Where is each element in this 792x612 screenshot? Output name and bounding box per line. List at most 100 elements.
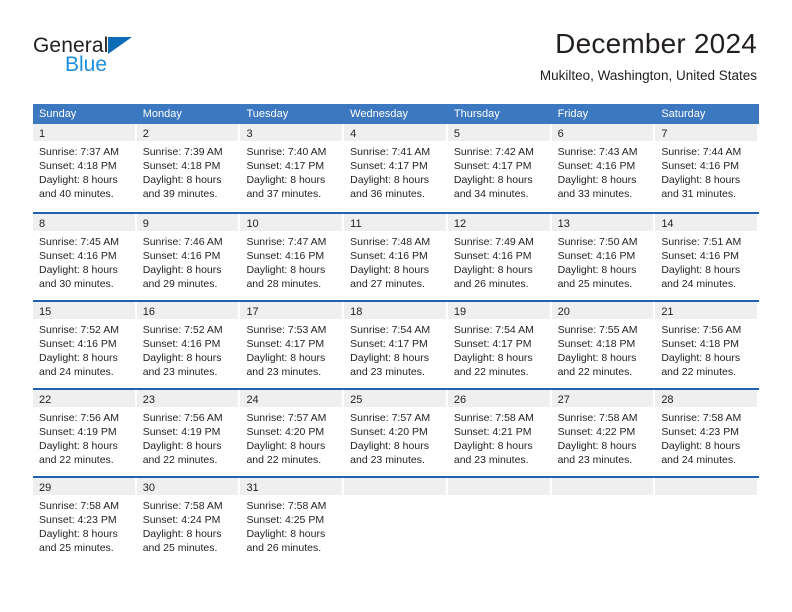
weekday-header-thursday: Thursday (453, 108, 500, 120)
daylight-text-line2: and 22 minutes. (557, 366, 633, 378)
day-number: 13 (557, 218, 570, 230)
daylight-text-line2: and 22 minutes. (246, 454, 322, 466)
day-number-band: 27 (551, 390, 654, 407)
day-info: Sunrise: 7:48 AM Sunset: 4:16 PM Dayligh… (344, 231, 446, 291)
day-number: 7 (661, 128, 668, 140)
daylight-text-line2: and 23 minutes. (350, 366, 425, 378)
sunrise-text: Sunrise: 7:58 AM (661, 412, 742, 424)
sunset-text: Sunset: 4:16 PM (142, 338, 221, 350)
day-number-band (344, 478, 446, 495)
day-cell[interactable]: 9 Sunrise: 7:46 AM Sunset: 4:16 PM Dayli… (136, 214, 241, 300)
daylight-text-line1: Daylight: 8 hours (246, 264, 326, 276)
day-number-band: 23 (136, 390, 239, 407)
day-number-band: 14 (655, 214, 758, 231)
day-info: Sunrise: 7:55 AM Sunset: 4:18 PM Dayligh… (552, 319, 654, 379)
day-cell[interactable]: 21 Sunrise: 7:56 AM Sunset: 4:18 PM Dayl… (655, 302, 759, 388)
page-subtitle: Mukilteo, Washington, United States (539, 68, 757, 83)
day-cell[interactable]: 5 Sunrise: 7:42 AM Sunset: 4:17 PM Dayli… (447, 124, 552, 212)
day-cell[interactable]: 3 Sunrise: 7:40 AM Sunset: 4:17 PM Dayli… (240, 124, 344, 212)
sunset-text: Sunset: 4:16 PM (39, 250, 117, 262)
daylight-text-line1: Daylight: 8 hours (246, 440, 326, 452)
day-cell[interactable]: 27 Sunrise: 7:58 AM Sunset: 4:22 PM Dayl… (551, 390, 656, 476)
logo-triangle-icon (108, 37, 133, 54)
day-number: 31 (246, 482, 259, 494)
day-cell[interactable]: 11 Sunrise: 7:48 AM Sunset: 4:16 PM Dayl… (344, 214, 448, 300)
day-info: Sunrise: 7:43 AM Sunset: 4:16 PM Dayligh… (552, 141, 654, 201)
day-cell[interactable]: 2 Sunrise: 7:39 AM Sunset: 4:18 PM Dayli… (136, 124, 241, 212)
sunset-text: Sunset: 4:17 PM (246, 338, 325, 350)
sunset-text: Sunset: 4:16 PM (557, 160, 636, 172)
day-cell[interactable]: 8 Sunrise: 7:45 AM Sunset: 4:16 PM Dayli… (33, 214, 137, 300)
day-cell[interactable]: 13 Sunrise: 7:50 AM Sunset: 4:16 PM Dayl… (551, 214, 656, 300)
day-cell[interactable]: 10 Sunrise: 7:47 AM Sunset: 4:16 PM Dayl… (240, 214, 344, 300)
daylight-text-line1: Daylight: 8 hours (661, 440, 741, 452)
day-info: Sunrise: 7:53 AM Sunset: 4:17 PM Dayligh… (240, 319, 342, 379)
day-info: Sunrise: 7:37 AM Sunset: 4:18 PM Dayligh… (33, 141, 135, 201)
day-cell[interactable]: 15 Sunrise: 7:52 AM Sunset: 4:16 PM Dayl… (33, 302, 137, 388)
day-info: Sunrise: 7:54 AM Sunset: 4:17 PM Dayligh… (344, 319, 446, 379)
daylight-text-line1: Daylight: 8 hours (39, 440, 118, 452)
sunset-text: Sunset: 4:18 PM (661, 338, 739, 350)
day-cell[interactable]: 29 Sunrise: 7:58 AM Sunset: 4:23 PM Dayl… (33, 478, 137, 564)
page-title: December 2024 (555, 28, 757, 59)
day-cell[interactable]: 26 Sunrise: 7:58 AM Sunset: 4:21 PM Dayl… (447, 390, 552, 476)
day-cell[interactable]: 4 Sunrise: 7:41 AM Sunset: 4:17 PM Dayli… (344, 124, 448, 212)
day-cell[interactable]: 7 Sunrise: 7:44 AM Sunset: 4:16 PM Dayli… (655, 124, 759, 212)
sunset-text: Sunset: 4:16 PM (661, 250, 739, 262)
day-info: Sunrise: 7:56 AM Sunset: 4:18 PM Dayligh… (655, 319, 757, 379)
daylight-text-line2: and 23 minutes. (557, 454, 633, 466)
day-cell[interactable]: 22 Sunrise: 7:56 AM Sunset: 4:19 PM Dayl… (33, 390, 137, 476)
day-number-band: 5 (447, 124, 550, 141)
daylight-text-line2: and 31 minutes. (661, 188, 737, 200)
daylight-text-line2: and 36 minutes. (350, 188, 425, 200)
day-info: Sunrise: 7:54 AM Sunset: 4:17 PM Dayligh… (448, 319, 550, 379)
sunset-text: Sunset: 4:21 PM (453, 426, 532, 438)
day-cell[interactable]: 28 Sunrise: 7:58 AM Sunset: 4:23 PM Dayl… (655, 390, 759, 476)
day-info: Sunrise: 7:58 AM Sunset: 4:23 PM Dayligh… (33, 495, 135, 555)
day-number: 10 (246, 218, 259, 230)
daylight-text-line2: and 25 minutes. (142, 542, 218, 554)
day-info: Sunrise: 7:58 AM Sunset: 4:22 PM Dayligh… (552, 407, 654, 467)
day-cell[interactable]: 12 Sunrise: 7:49 AM Sunset: 4:16 PM Dayl… (447, 214, 552, 300)
day-cell[interactable]: 6 Sunrise: 7:43 AM Sunset: 4:16 PM Dayli… (551, 124, 656, 212)
day-number-band: 4 (344, 124, 446, 141)
sunset-text: Sunset: 4:16 PM (557, 250, 636, 262)
day-cell[interactable]: 25 Sunrise: 7:57 AM Sunset: 4:20 PM Dayl… (344, 390, 448, 476)
day-info: Sunrise: 7:45 AM Sunset: 4:16 PM Dayligh… (33, 231, 135, 291)
day-cell[interactable]: 19 Sunrise: 7:54 AM Sunset: 4:17 PM Dayl… (447, 302, 552, 388)
day-info: Sunrise: 7:50 AM Sunset: 4:16 PM Dayligh… (552, 231, 654, 291)
day-cell[interactable]: 20 Sunrise: 7:55 AM Sunset: 4:18 PM Dayl… (551, 302, 656, 388)
sunrise-text: Sunrise: 7:57 AM (350, 412, 431, 424)
sunrise-text: Sunrise: 7:51 AM (661, 236, 742, 248)
day-cell[interactable]: 24 Sunrise: 7:57 AM Sunset: 4:20 PM Dayl… (240, 390, 344, 476)
sunrise-text: Sunrise: 7:41 AM (350, 146, 431, 158)
day-number-band: 3 (240, 124, 343, 141)
day-number-band: 13 (551, 214, 654, 231)
daylight-text-line2: and 37 minutes. (246, 188, 322, 200)
daylight-text-line1: Daylight: 8 hours (661, 264, 741, 276)
sunset-text: Sunset: 4:17 PM (246, 160, 325, 172)
day-cell[interactable]: 30 Sunrise: 7:58 AM Sunset: 4:24 PM Dayl… (136, 478, 241, 564)
day-cell[interactable]: 1 Sunrise: 7:37 AM Sunset: 4:18 PM Dayli… (33, 124, 137, 212)
day-cell[interactable]: 17 Sunrise: 7:53 AM Sunset: 4:17 PM Dayl… (240, 302, 344, 388)
day-number: 9 (142, 218, 149, 230)
day-cell[interactable]: 14 Sunrise: 7:51 AM Sunset: 4:16 PM Dayl… (655, 214, 759, 300)
day-info (552, 495, 654, 499)
day-cell[interactable]: 23 Sunrise: 7:56 AM Sunset: 4:19 PM Dayl… (136, 390, 241, 476)
day-cell-empty (551, 478, 656, 564)
sunset-text: Sunset: 4:16 PM (142, 250, 221, 262)
sunset-text: Sunset: 4:18 PM (557, 338, 636, 350)
day-number-band: 7 (655, 124, 758, 141)
day-cell[interactable]: 18 Sunrise: 7:54 AM Sunset: 4:17 PM Dayl… (344, 302, 448, 388)
daylight-text-line2: and 25 minutes. (557, 278, 633, 290)
day-number-band (655, 478, 758, 495)
day-cell[interactable]: 31 Sunrise: 7:58 AM Sunset: 4:25 PM Dayl… (240, 478, 344, 564)
day-cell[interactable]: 16 Sunrise: 7:52 AM Sunset: 4:16 PM Dayl… (136, 302, 241, 388)
day-number: 3 (246, 128, 253, 140)
sunrise-text: Sunrise: 7:58 AM (246, 500, 327, 512)
sunset-text: Sunset: 4:17 PM (350, 338, 428, 350)
day-number-band: 18 (344, 302, 446, 319)
sunrise-text: Sunrise: 7:43 AM (557, 146, 638, 158)
sunrise-text: Sunrise: 7:58 AM (453, 412, 534, 424)
day-number-band: 25 (344, 390, 446, 407)
